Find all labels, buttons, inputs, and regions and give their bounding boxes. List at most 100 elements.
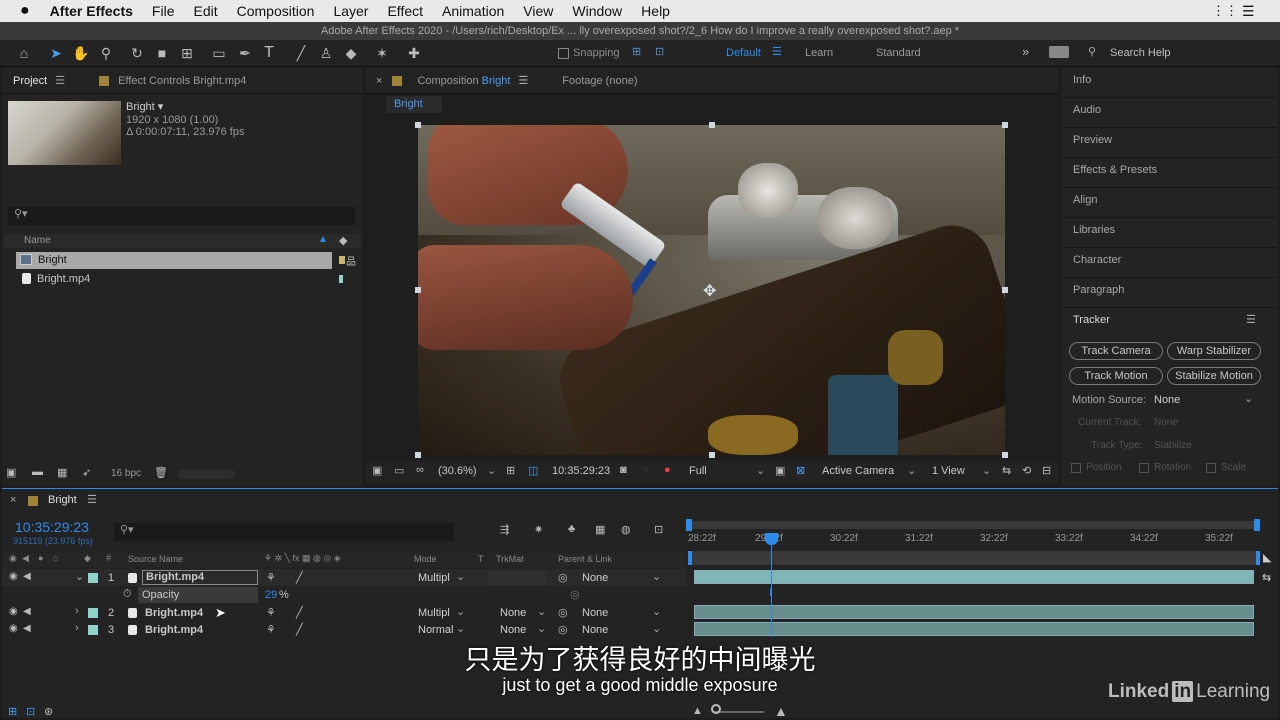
pickwhip-icon[interactable]: ◎ [558,606,568,619]
trkmat-dropdown[interactable]: None [500,607,526,619]
menu-composition[interactable]: Composition [237,3,315,19]
menu-list-icon[interactable]: ☰ [1242,3,1255,20]
fit-icon[interactable]: ⊞ [506,464,515,477]
eye-icon[interactable]: ◉ [9,623,18,634]
timeline-link-icon[interactable]: ⊟ [1042,464,1051,477]
chevron-down-icon[interactable]: ⌄ [756,464,765,477]
project-menu-icon[interactable]: ☰ [55,74,65,87]
source-name-header[interactable]: Source Name [128,554,183,564]
apple-icon[interactable]: ● [20,2,30,20]
trkmat-dropdown[interactable] [488,572,546,585]
playhead-handle[interactable] [765,533,778,545]
work-area-end[interactable] [1254,519,1260,531]
workspaces-overflow-icon[interactable]: » [1022,44,1029,59]
shy-icon[interactable]: ♣ [568,523,575,535]
chevron-down-icon[interactable]: ⌄ [456,605,465,618]
timeline-menu-icon[interactable]: ☰ [87,493,97,506]
project-row-footage[interactable]: Bright.mp4 [16,271,332,288]
toggle-transparency-icon[interactable]: ⊠ [796,464,805,477]
project-item-name[interactable]: Bright ▾ [126,100,163,113]
opacity-property-row[interactable]: ⏱ Opacity 29 % ◎ [2,587,686,603]
chevron-down-icon[interactable]: ⌄ [456,570,465,583]
motion-blur-icon[interactable]: ◍ [621,523,631,536]
eye-icon[interactable]: ◉ [9,571,18,582]
quality-switch-icon[interactable]: ╱ [296,606,303,619]
pickwhip-icon[interactable]: ◎ [558,571,568,584]
panel-paragraph[interactable]: Paragraph [1073,284,1124,296]
menu-effect[interactable]: Effect [387,3,423,19]
composition-breadcrumb[interactable]: Bright [386,96,442,113]
display-icon[interactable]: ▭ [394,464,404,477]
mode-header[interactable]: Mode [414,554,437,564]
eye-icon[interactable]: ◉ [9,606,18,617]
sync-icon[interactable] [1049,46,1069,58]
chevron-down-icon[interactable]: ⌄ [537,622,546,635]
handle-tc[interactable] [709,122,715,128]
close-icon[interactable]: × [10,494,16,506]
selection-tool-icon[interactable]: ➤ [47,44,65,62]
label-color[interactable] [88,573,98,583]
chevron-down-icon[interactable]: ⌄ [907,464,916,477]
draft-3d-icon[interactable]: ✷ [534,523,543,536]
handle-br[interactable] [1002,452,1008,458]
name-column-header[interactable]: Name [24,235,51,246]
mode-dropdown[interactable]: Multipl [418,572,450,584]
panel-effects-presets[interactable]: Effects & Presets [1073,164,1157,176]
brush-tool-icon[interactable]: ╱ [292,44,310,62]
comp-button-icon[interactable]: ◣ [1263,551,1271,564]
audio-toggle-icon[interactable]: ◀ [22,553,29,564]
shy-switch-icon[interactable]: ⚘ [266,606,276,619]
menu-view[interactable]: View [523,3,553,19]
anchor-point-icon[interactable]: ✥ [703,281,716,301]
close-icon[interactable]: × [376,75,382,87]
label-tag-icon[interactable]: ◆ [339,234,347,247]
shy-switch-icon[interactable]: ⚘ [266,623,276,636]
label-color[interactable] [88,625,98,635]
quality-switch-icon[interactable]: ╱ [296,623,303,636]
channel-icon[interactable]: ● [664,464,671,476]
project-row-bright[interactable]: Bright [16,252,332,269]
layer-search-input[interactable]: ⚲▾ [114,523,454,541]
pickwhip-icon[interactable]: ◎ [570,588,580,601]
tab-footage[interactable]: Footage (none) [562,75,637,87]
zoom-slider-thumb[interactable] [711,704,721,714]
chevron-down-icon[interactable]: ⌄ [456,622,465,635]
trkmat-header[interactable]: TrkMat [496,554,524,564]
workspace-standard[interactable]: Standard [876,47,921,59]
twirl-closed-icon[interactable]: › [75,622,79,634]
toggle-switches-icon[interactable]: ⊞ [8,705,17,718]
navigator-start[interactable] [688,551,692,565]
resolution-dropdown[interactable]: Full [689,465,707,477]
panel-preview[interactable]: Preview [1073,134,1112,146]
zoom-in-icon[interactable]: ▲ [774,703,788,719]
panel-audio[interactable]: Audio [1073,104,1101,116]
track-motion-button[interactable]: Track Motion [1069,367,1163,385]
pickwhip-icon[interactable]: ◎ [558,623,568,636]
chevron-down-icon[interactable]: ⌄ [1244,392,1253,405]
menu-edit[interactable]: Edit [193,3,217,19]
trash-icon[interactable]: 🗑 [154,466,168,479]
render-queue-icon[interactable]: ➶ [82,466,91,479]
handle-bc[interactable] [709,452,715,458]
twirl-closed-icon[interactable]: › [75,605,79,617]
panel-info[interactable]: Info [1073,74,1091,86]
handle-bl[interactable] [415,452,421,458]
fast-previews-icon[interactable]: ⟲ [1022,464,1031,477]
lock-column-icon[interactable]: ⌂ [53,553,58,563]
trkmat-dropdown[interactable]: None [500,624,526,636]
home-icon[interactable]: ⌂ [15,44,33,62]
twirl-open-icon[interactable]: ⌄ [75,570,84,583]
project-search-input[interactable]: ⚲▾ [8,207,355,225]
timeline-current-time[interactable]: 10:35:29:23 [15,519,89,535]
layer-duration-bar[interactable] [694,570,1254,584]
menu-window[interactable]: Window [572,3,622,19]
lock-icon[interactable] [392,75,403,86]
layer-name[interactable]: Bright.mp4 [145,607,203,619]
zoom-tool-icon[interactable]: ⚲ [97,44,115,62]
share-view-icon[interactable]: ⇆ [1002,464,1011,477]
flowchart-icon[interactable]: 品 [346,253,356,268]
sort-ascending-icon[interactable]: ▲ [318,234,328,245]
speaker-icon[interactable]: ◀ [23,606,31,617]
zoom-dropdown[interactable]: (30.6%) [438,465,477,477]
eraser-tool-icon[interactable]: ◆ [342,44,360,62]
